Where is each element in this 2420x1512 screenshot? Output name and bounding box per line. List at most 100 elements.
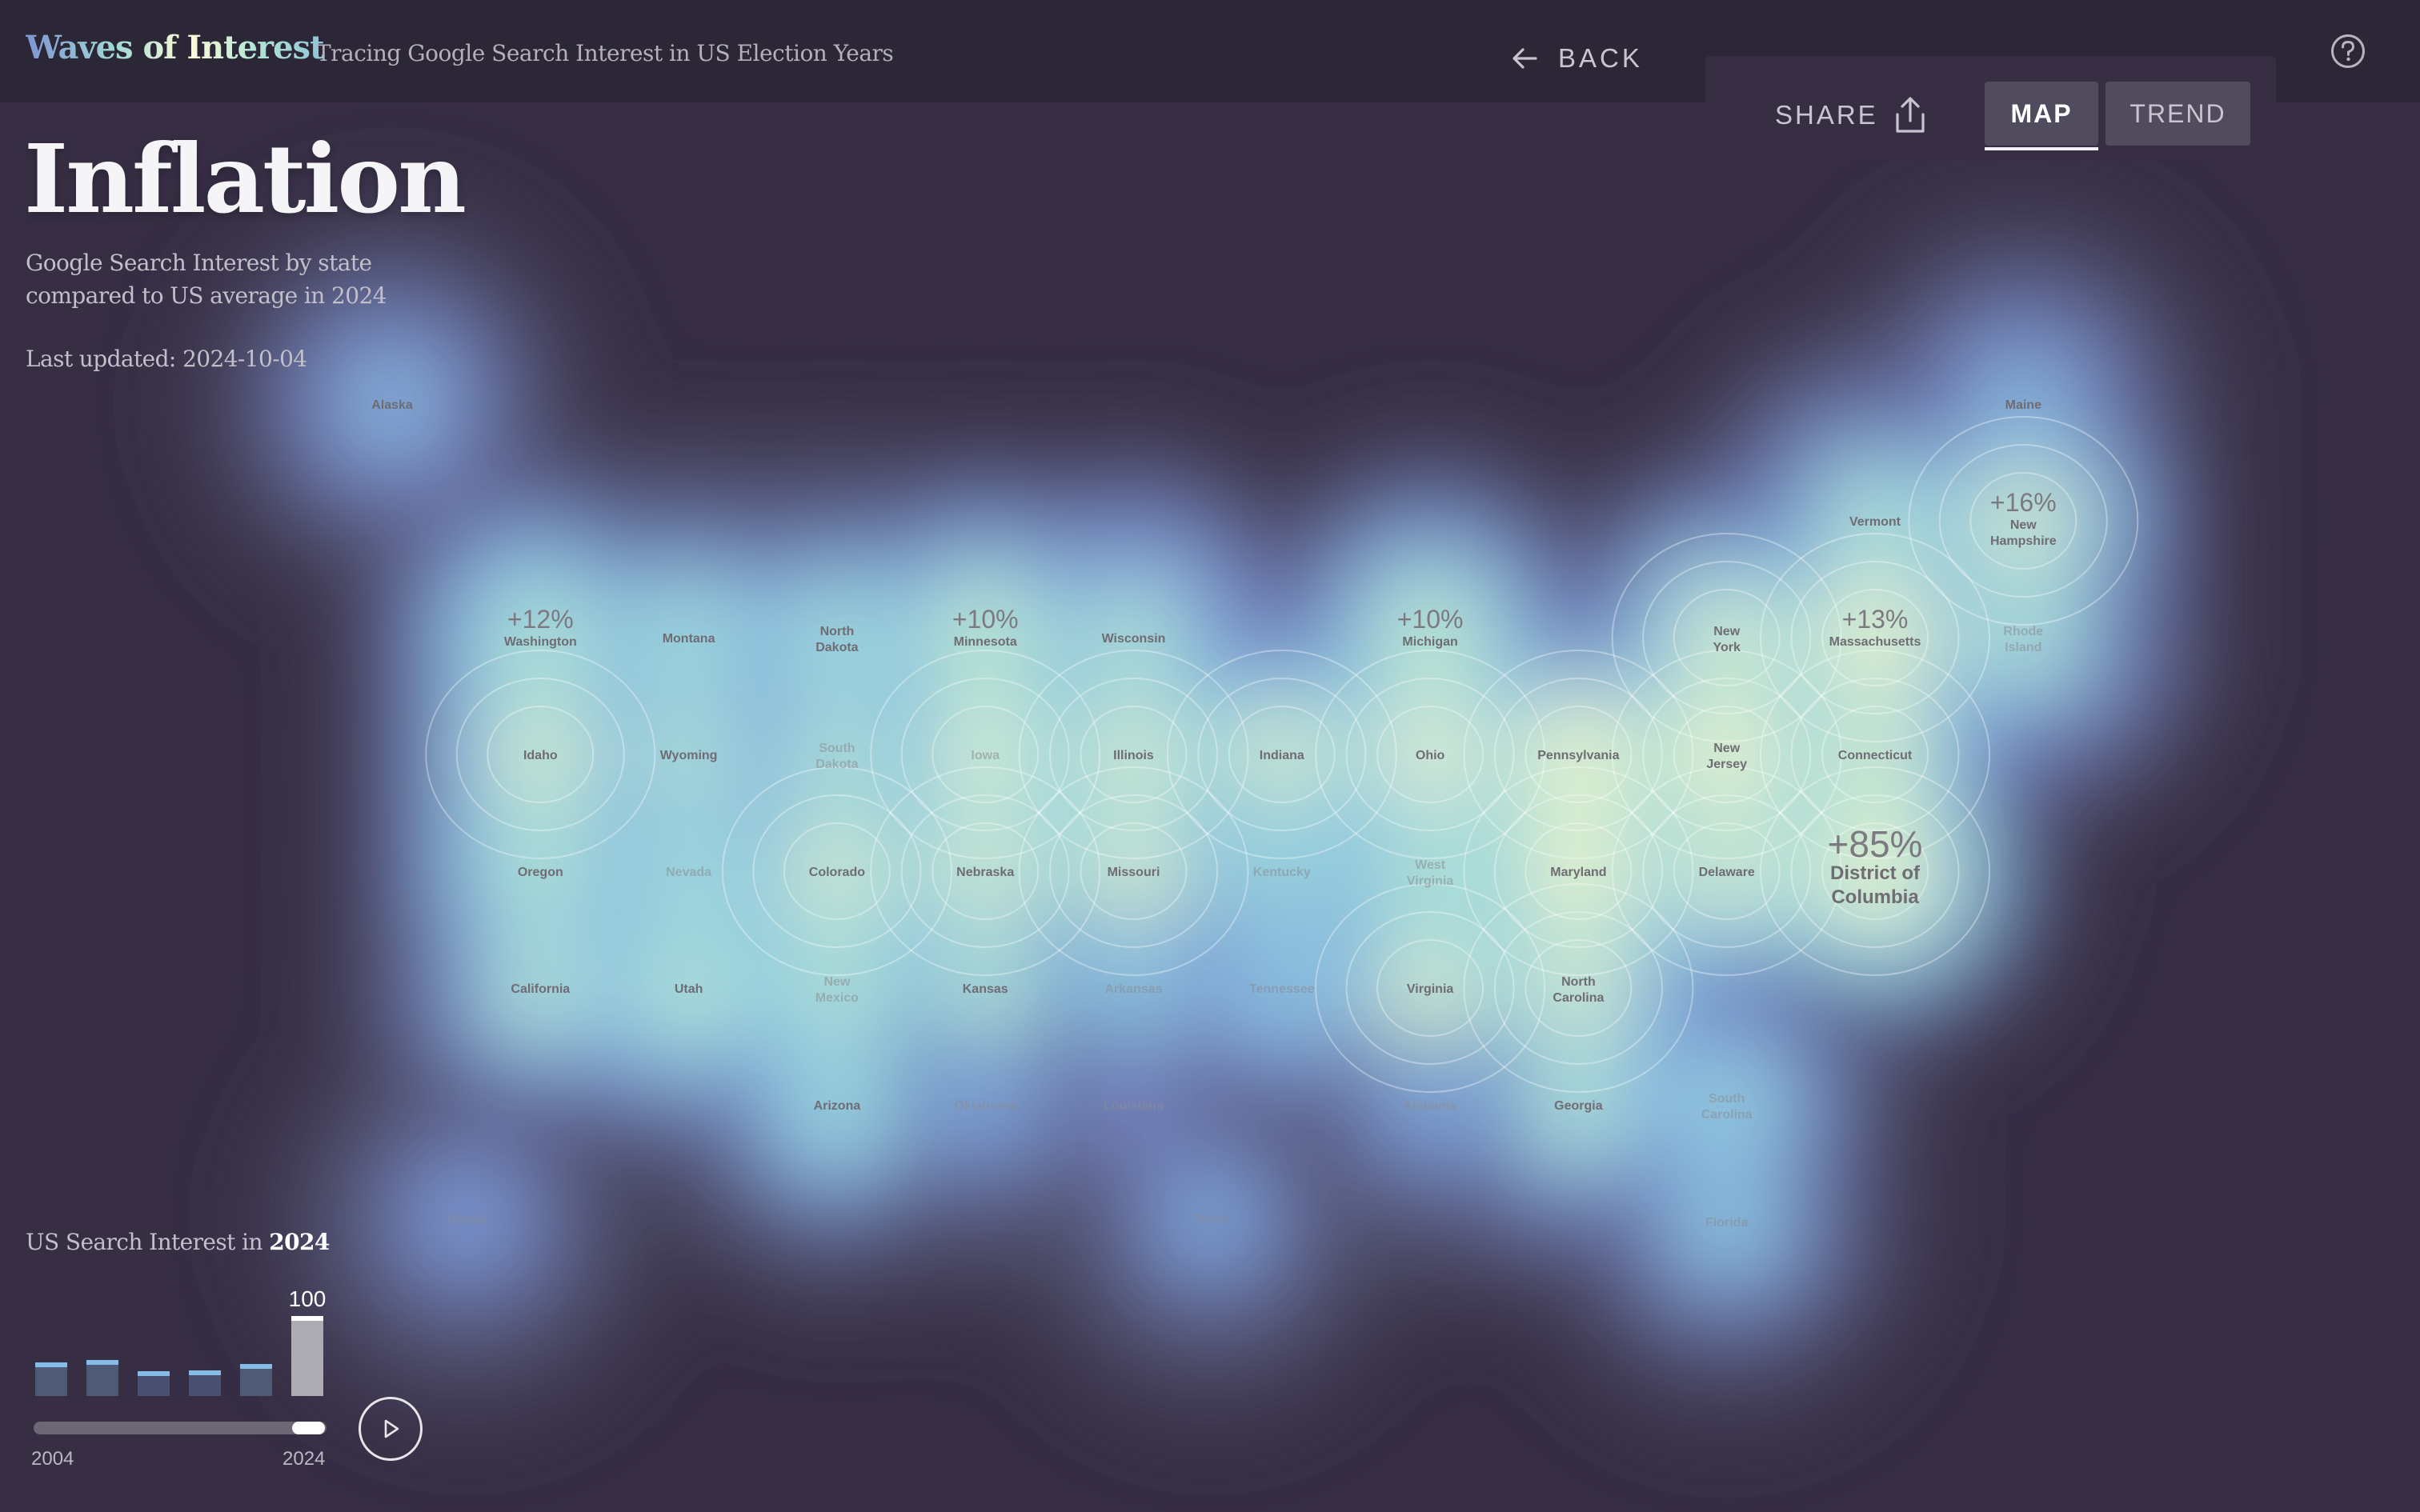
state-marker[interactable]: Indiana xyxy=(1260,749,1304,762)
state-name-label: Nebraska xyxy=(956,866,1014,879)
state-name-label: Illinois xyxy=(1113,749,1154,762)
state-name-label: New xyxy=(1713,742,1740,755)
yearly-interest-bar-chart: 100 xyxy=(35,1286,327,1396)
state-marker[interactable]: +12%Washington xyxy=(504,605,577,649)
state-marker[interactable]: Montana xyxy=(663,632,715,646)
state-marker[interactable]: +85%District ofColumbia xyxy=(1828,823,1923,908)
state-name-label: Alaska xyxy=(371,398,413,412)
state-name-label: Arizona xyxy=(814,1099,861,1113)
play-button[interactable] xyxy=(359,1397,423,1461)
state-name-label: Iowa xyxy=(971,749,1000,762)
tab-map[interactable]: MAP xyxy=(1985,82,2098,150)
legend-bar-2004[interactable] xyxy=(35,1367,67,1396)
state-name-label: Ohio xyxy=(1416,749,1445,762)
state-marker[interactable]: Arizona xyxy=(814,1099,861,1113)
share-upload-icon xyxy=(1896,97,1925,133)
legend-bar-2012[interactable] xyxy=(138,1376,170,1396)
app-tagline: Tracing Google Search Interest in US Ele… xyxy=(316,40,894,66)
state-name-label: Dakota xyxy=(815,641,858,654)
state-marker[interactable]: Louisiana xyxy=(1104,1099,1164,1113)
state-name-label: South xyxy=(819,742,855,755)
legend-title-prefix: US Search Interest in xyxy=(26,1229,263,1255)
state-marker[interactable]: Georgia xyxy=(1554,1099,1603,1113)
app-logo[interactable]: Waves of Interest xyxy=(26,29,325,66)
state-marker[interactable]: Illinois xyxy=(1113,749,1154,762)
state-marker[interactable]: Wisconsin xyxy=(1102,632,1166,646)
state-name-label: Carolina xyxy=(1553,991,1604,1005)
state-marker[interactable]: Nevada xyxy=(666,866,711,879)
state-marker[interactable]: Florida xyxy=(1705,1216,1748,1230)
help-button[interactable] xyxy=(2330,34,2366,69)
back-button[interactable]: BACK xyxy=(1508,40,1643,77)
state-name-label: New xyxy=(1713,625,1740,638)
state-marker[interactable]: Virginia xyxy=(1407,982,1453,996)
state-marker[interactable]: Vermont xyxy=(1849,515,1901,529)
topic-subtitle: Google Search Interest by state compared… xyxy=(26,250,387,309)
state-percent-label: +16% xyxy=(1990,488,2057,517)
legend-bar-2008[interactable] xyxy=(86,1365,118,1396)
legend-bar-cap xyxy=(189,1370,221,1375)
state-marker[interactable]: Delaware xyxy=(1699,866,1755,879)
state-percent-label: +13% xyxy=(1842,605,1909,634)
play-icon xyxy=(384,1419,399,1438)
state-name-label: Columbia xyxy=(1831,886,1919,908)
state-marker[interactable]: Oregon xyxy=(518,866,563,879)
share-label: SHARE xyxy=(1775,100,1878,130)
state-marker[interactable]: Maryland xyxy=(1550,866,1606,879)
legend-bar-2024[interactable] xyxy=(291,1321,323,1396)
legend-bar-value-label: 100 xyxy=(289,1286,327,1311)
state-percent-label: +10% xyxy=(1397,605,1464,634)
state-name-label: Nevada xyxy=(666,866,711,879)
state-name-label: Hawaii xyxy=(447,1213,488,1226)
state-marker[interactable]: Oklahoma xyxy=(955,1099,1016,1113)
state-marker[interactable]: Wyoming xyxy=(660,749,718,762)
state-name-label: South xyxy=(1709,1092,1745,1106)
state-marker[interactable]: Utah xyxy=(675,982,703,996)
state-marker[interactable]: Connecticut xyxy=(1838,749,1913,762)
year-slider-thumb[interactable] xyxy=(292,1422,325,1434)
state-marker[interactable]: California xyxy=(511,982,570,996)
state-name-label: Rhode xyxy=(2003,625,2043,638)
state-name-label: Montana xyxy=(663,632,715,646)
back-label: BACK xyxy=(1558,43,1643,73)
state-marker[interactable]: Colorado xyxy=(809,866,865,879)
state-name-label: Wyoming xyxy=(660,749,718,762)
state-marker[interactable]: Nebraska xyxy=(956,866,1014,879)
state-name-label: Alabama xyxy=(1404,1099,1457,1113)
state-marker[interactable]: Kansas xyxy=(963,982,1008,996)
state-marker[interactable]: Iowa xyxy=(971,749,1000,762)
state-name-label: Louisiana xyxy=(1104,1099,1164,1113)
legend-bar-2016[interactable] xyxy=(189,1375,221,1396)
tab-trend[interactable]: TREND xyxy=(2105,82,2250,146)
state-marker[interactable]: Maine xyxy=(2005,398,2041,412)
state-marker[interactable]: Ohio xyxy=(1416,749,1445,762)
state-name-label: Island xyxy=(2005,641,2041,654)
state-name-label: Carolina xyxy=(1701,1108,1753,1122)
state-marker[interactable]: Kentucky xyxy=(1253,866,1311,879)
state-name-label: Georgia xyxy=(1554,1099,1603,1113)
state-name-label: New xyxy=(823,975,850,989)
share-button[interactable]: SHARE xyxy=(1775,94,1928,136)
state-marker[interactable]: Tennessee xyxy=(1249,982,1315,996)
state-percent-label: +10% xyxy=(952,605,1019,634)
legend-bar-2020[interactable] xyxy=(240,1369,272,1396)
state-name-label: Maine xyxy=(2005,398,2041,412)
year-slider-track[interactable] xyxy=(34,1422,327,1434)
legend-bar-cap xyxy=(138,1371,170,1376)
legend-title-year: 2024 xyxy=(269,1229,330,1255)
state-marker[interactable]: Idaho xyxy=(523,749,558,762)
state-marker[interactable]: Texas xyxy=(1192,1213,1228,1226)
legend-bar-cap xyxy=(291,1316,323,1321)
state-name-label: York xyxy=(1713,641,1741,654)
state-marker[interactable]: Missouri xyxy=(1108,866,1160,879)
state-marker[interactable]: Hawaii xyxy=(447,1213,488,1226)
state-name-label: Jersey xyxy=(1706,758,1747,771)
state-name-label: Michigan xyxy=(1402,635,1457,649)
state-marker[interactable]: +10%Minnesota xyxy=(952,605,1019,649)
state-marker[interactable]: Alaska xyxy=(371,398,413,412)
state-marker[interactable]: Arkansas xyxy=(1104,982,1162,996)
state-marker[interactable]: Pennsylvania xyxy=(1537,749,1619,762)
state-marker[interactable]: +10%Michigan xyxy=(1397,605,1464,649)
state-marker[interactable]: Alabama xyxy=(1404,1099,1457,1113)
state-marker[interactable]: +13%Massachusetts xyxy=(1829,605,1921,649)
